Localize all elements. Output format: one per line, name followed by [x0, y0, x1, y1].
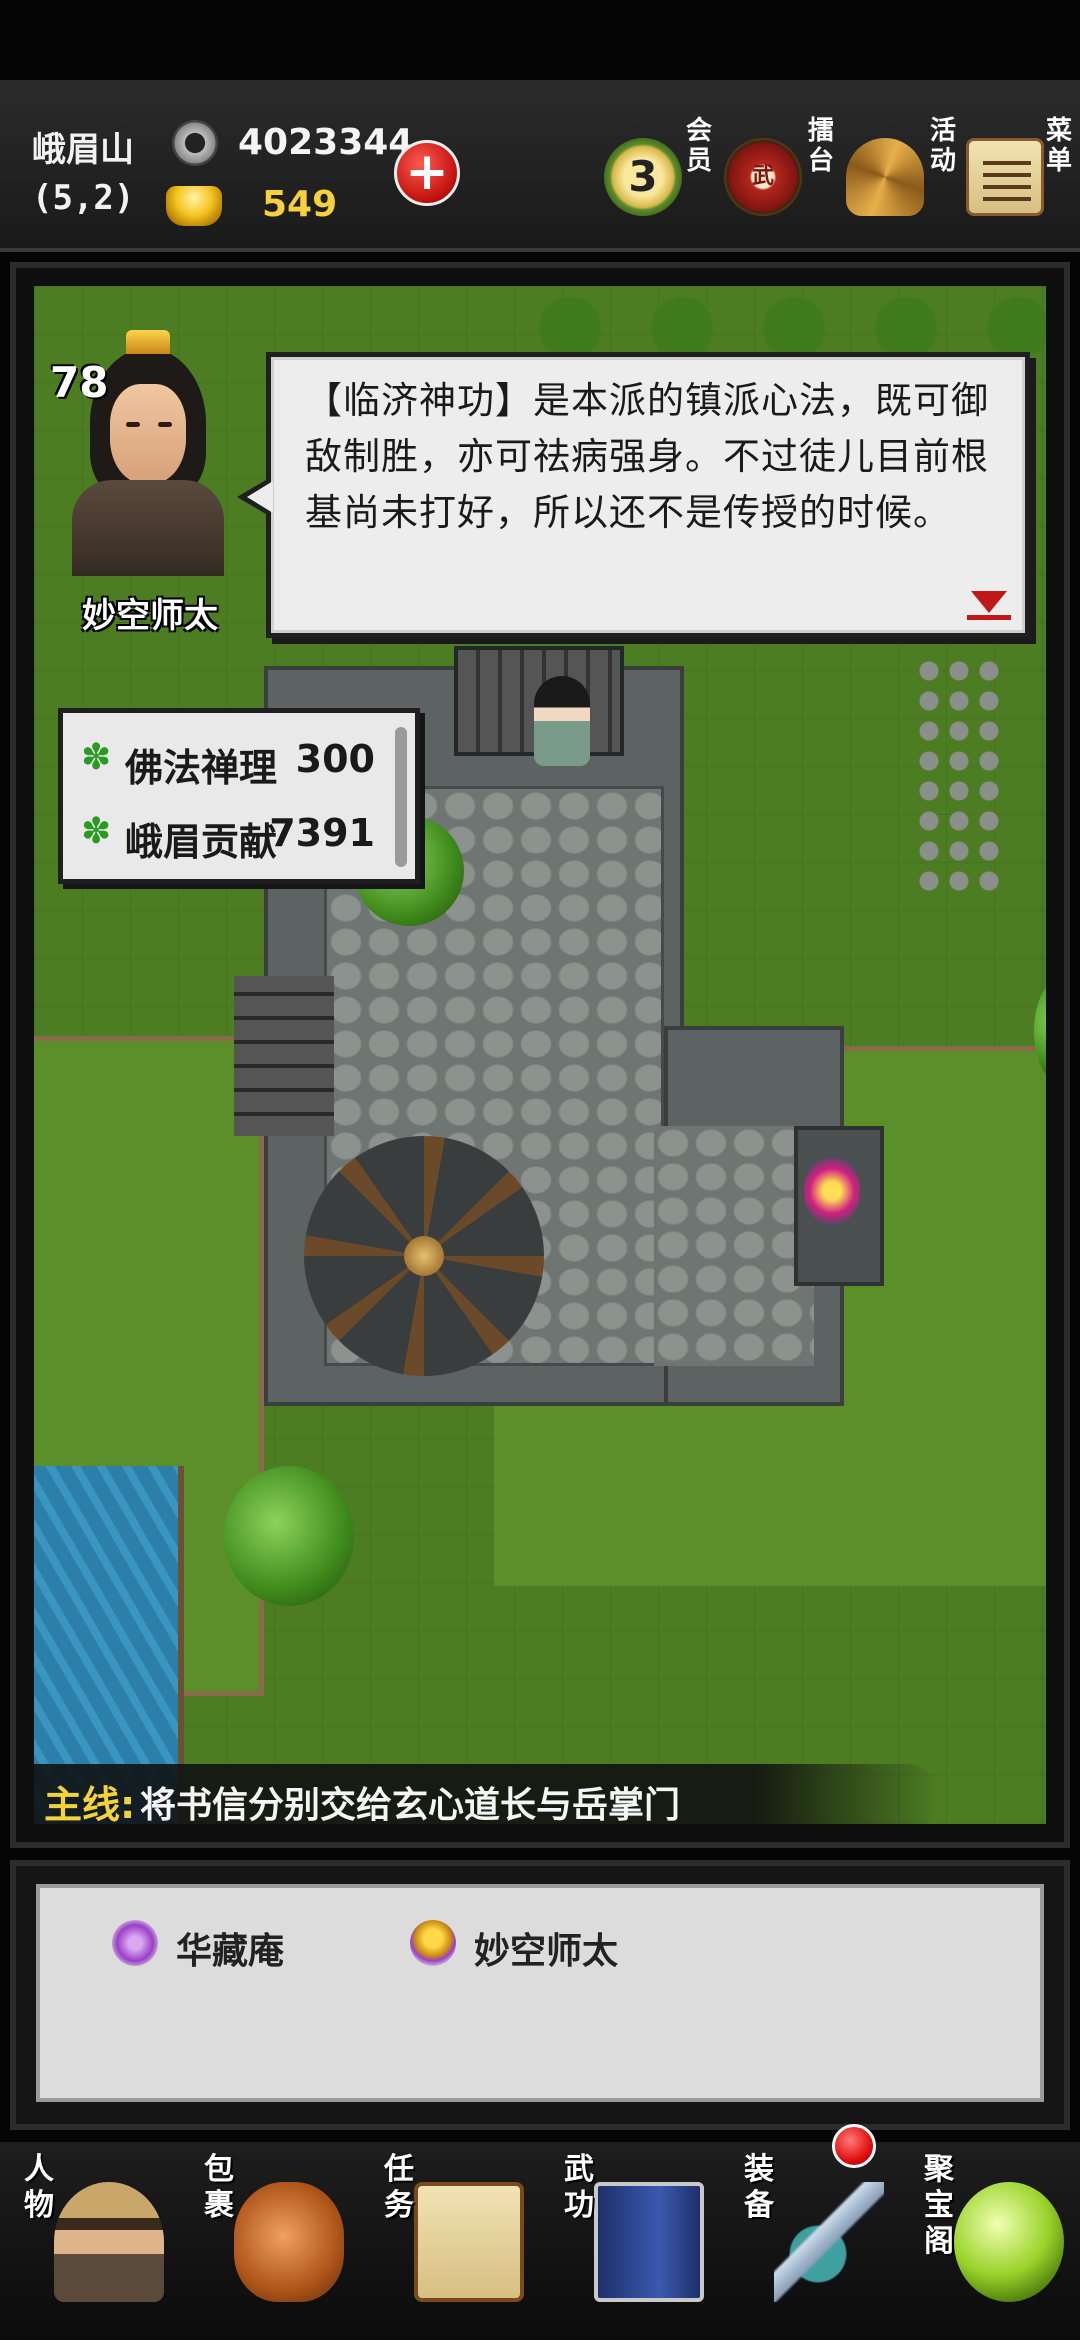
nav-label: 装备 [744, 2152, 774, 2223]
bottom-nav: 人物 包裹 任务 武功 装备 聚宝阁 [0, 2142, 1080, 2340]
sword-icon [774, 2182, 884, 2302]
stone-courtyard-east [654, 1126, 814, 1366]
clover-icon: ✽ [81, 811, 112, 852]
vip-button[interactable]: 3 会员 [604, 116, 714, 236]
stepping-stones [914, 656, 1004, 896]
nav-label: 人物 [24, 2152, 54, 2223]
npc-icon [410, 1920, 456, 1966]
nearby-building-item[interactable]: 华藏庵 [112, 1916, 332, 1972]
nav-character[interactable]: 人物 [0, 2142, 178, 2340]
nav-quests[interactable]: 任务 [360, 2142, 538, 2340]
nav-label: 包裹 [204, 2152, 234, 2223]
building-icon [112, 1920, 158, 1966]
bag-icon [234, 2182, 344, 2302]
portrait-eye [126, 422, 140, 427]
silver-amount: 4023344 [238, 122, 414, 163]
menu-label: 菜单 [1045, 116, 1072, 176]
npc-sprite[interactable] [534, 676, 590, 766]
notification-dot [832, 2124, 876, 2168]
vip-level: 3 [628, 152, 658, 201]
clover-icon: ✽ [81, 737, 112, 778]
nearby-label: 华藏庵 [176, 1931, 285, 1972]
pagoda-roof [304, 1136, 544, 1376]
gold-ingot-icon [166, 186, 222, 226]
gold-amount: 549 [262, 184, 338, 225]
stat-name: 佛法禅理 [125, 746, 278, 790]
character-icon [54, 2182, 164, 2302]
nav-treasure[interactable]: 聚宝阁 [900, 2142, 1078, 2340]
side-hall [234, 976, 334, 1136]
treasure-orb-icon [954, 2182, 1064, 2302]
dialog-bubble[interactable]: 【临济神功】是本派的镇派心法，既可御敌制胜，亦可祛病强身。不过徒儿目前根基尚未打… [237, 352, 1030, 638]
scroll-icon [966, 138, 1044, 216]
add-currency-button[interactable]: + [394, 140, 460, 206]
location-coordinates: (5,2) [32, 178, 135, 218]
menu-button[interactable]: 菜单 [966, 116, 1074, 236]
nav-martial-arts[interactable]: 武功 [540, 2142, 718, 2340]
stat-row: ✽ 峨眉贡献 7391 [81, 805, 401, 879]
bush [224, 1466, 354, 1606]
portrait-eye [158, 422, 172, 427]
nav-label: 聚宝阁 [924, 2152, 954, 2259]
stat-value: 300 [295, 737, 375, 781]
events-button[interactable]: 活动 [846, 116, 958, 236]
next-arrow-icon[interactable] [967, 581, 1011, 621]
quest-scroll-icon [414, 2182, 524, 2302]
martial-book-icon [594, 2182, 704, 2302]
crown-icon [126, 330, 170, 354]
arena-button[interactable]: 武 擂台 [724, 116, 836, 236]
status-bar [0, 0, 1080, 80]
location-name: 峨眉山 [32, 130, 134, 170]
quest-tag: 主线: [44, 1783, 136, 1827]
nav-equipment[interactable]: 装备 [720, 2142, 898, 2340]
stat-row: ✽ 佛法禅理 300 [81, 731, 401, 805]
stats-panel: ✽ 佛法禅理 300 ✽ 峨眉贡献 7391 [58, 708, 420, 884]
drum-mark: 武 [751, 164, 774, 189]
arena-label: 擂台 [807, 116, 834, 176]
events-label: 活动 [929, 116, 956, 176]
nav-bag[interactable]: 包裹 [180, 2142, 358, 2340]
dialog-text: 【临济神功】是本派的镇派心法，既可御敌制胜，亦可祛病强身。不过徒儿目前根基尚未打… [305, 379, 989, 534]
portrait-robe [72, 480, 224, 576]
npc-level: 78 [50, 358, 109, 407]
stat-value: 7391 [269, 811, 375, 855]
player-sprite [804, 1156, 860, 1226]
nearby-label: 妙空师太 [474, 1931, 619, 1972]
top-hud: 峨眉山 (5,2) 4023344 549 + 3 会员 武 擂台 活动 菜单 [0, 80, 1080, 252]
nearby-npc-item[interactable]: 妙空师太 [410, 1916, 670, 1972]
stats-scrollbar[interactable] [395, 727, 407, 867]
main-quest-bar[interactable]: 主线: 将书信分别交给玄心道长与岳掌门 [30, 1764, 940, 1830]
treeline [514, 286, 1046, 356]
nearby-list: 华藏庵 妙空师太 [36, 1884, 1044, 2102]
vip-label: 会员 [685, 116, 712, 176]
portrait-face [110, 384, 186, 484]
quest-text: 将书信分别交给玄心道长与岳掌门 [140, 1785, 681, 1826]
npc-name: 妙空师太 [82, 596, 218, 636]
nearby-panel: 华藏庵 妙空师太 [10, 1860, 1070, 2130]
stat-name: 峨眉贡献 [125, 820, 278, 864]
straw-hat-icon [846, 138, 924, 216]
nav-label: 任务 [384, 2152, 414, 2223]
silver-coin-icon [172, 120, 218, 166]
nav-label: 武功 [564, 2152, 594, 2223]
